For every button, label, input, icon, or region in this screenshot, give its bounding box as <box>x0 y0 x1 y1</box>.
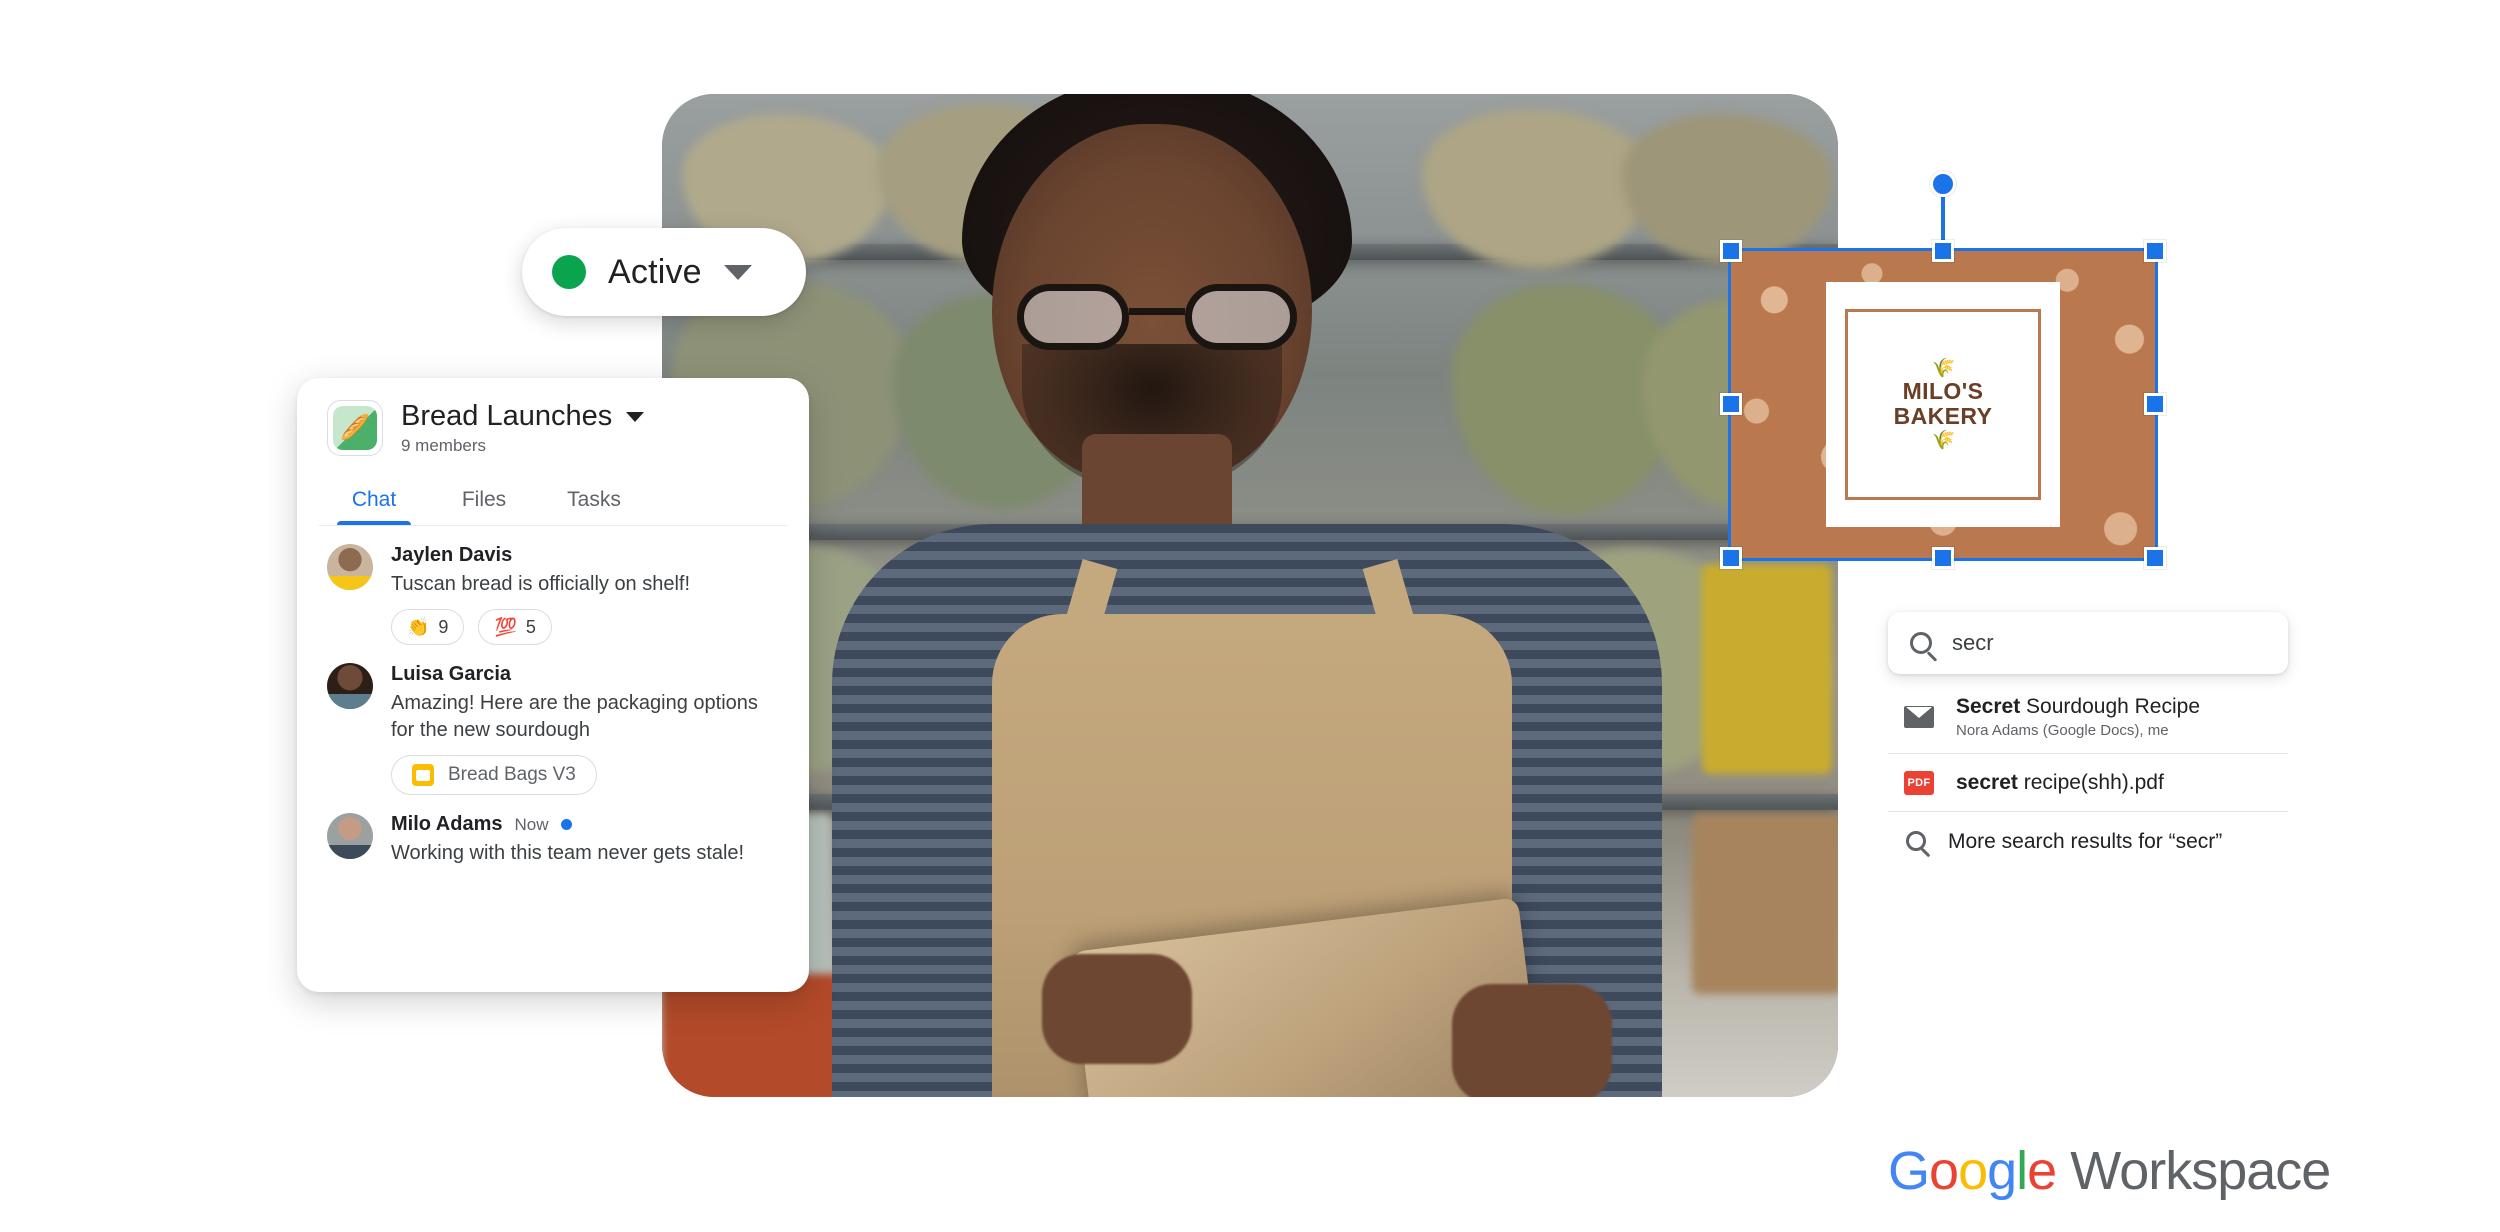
resize-handle-bottom-center[interactable] <box>1932 547 1954 569</box>
search-icon <box>1910 632 1932 654</box>
message-author: Luisa Garcia <box>391 663 512 686</box>
reaction-chip[interactable]: 👏 9 <box>391 609 465 646</box>
tab-tasks[interactable]: Tasks <box>539 478 649 526</box>
page-root: Active 🥖 Bread Launches 9 members Chat F… <box>0 0 2500 1232</box>
status-label: Active <box>608 252 702 291</box>
tab-chat-label: Chat <box>351 488 397 511</box>
suggestion-title: secret recipe(shh).pdf <box>1956 770 2164 795</box>
suggestion-match: Secret <box>1956 695 2021 718</box>
eyeglasses-icon <box>1017 284 1297 350</box>
message-timestamp: Now <box>514 814 549 834</box>
reaction-chip[interactable]: 💯 5 <box>478 609 552 646</box>
chevron-down-icon[interactable] <box>723 264 752 280</box>
search-panel: secr Secret Sourdough Recipe Nora Adams … <box>1888 612 2288 870</box>
logo-frame: 🌾 MILO'S BAKERY 🌾 <box>1845 308 2041 501</box>
suggestion-title: Secret Sourdough Recipe <box>1956 694 2200 719</box>
message-text: Amazing! Here are the packaging options … <box>391 692 758 741</box>
reaction-count: 5 <box>525 616 536 637</box>
resize-handle-top-center[interactable] <box>1932 240 1954 262</box>
avatar <box>327 663 373 710</box>
suggestion-match: secret <box>1956 771 2018 795</box>
pdf-icon: PDF <box>1904 770 1934 795</box>
avatar <box>327 813 373 860</box>
reaction-count: 9 <box>438 616 449 637</box>
google-workspace-logo: Google Workspace <box>1888 1140 2331 1202</box>
google-slides-icon <box>412 764 434 787</box>
person-hand <box>1452 984 1612 1097</box>
chevron-down-icon[interactable] <box>626 411 645 422</box>
product-box <box>1702 564 1832 774</box>
wheat-icon: 🌾 <box>1931 358 1956 380</box>
bread-icon: 🥖 <box>340 414 370 441</box>
logo-card: 🌾 MILO'S BAKERY 🌾 <box>1826 281 2060 528</box>
message-list: Jaylen Davis Tuscan bread is officially … <box>297 526 809 867</box>
attachment-chip[interactable]: Bread Bags V3 <box>391 755 597 796</box>
search-icon <box>1906 831 1926 852</box>
wheat-icon: 🌾 <box>1931 429 1956 451</box>
search-suggestion-item[interactable]: Secret Sourdough Recipe Nora Adams (Goog… <box>1888 680 2288 755</box>
tab-files-label: Files <box>461 488 507 511</box>
space-members-count: 9 members <box>401 436 487 455</box>
search-input[interactable]: secr <box>1888 612 2288 674</box>
unread-dot-icon <box>560 819 572 831</box>
message-text: Working with this team never gets stale! <box>391 842 745 865</box>
search-suggestion-item[interactable]: PDF secret recipe(shh).pdf <box>1888 754 2288 813</box>
selected-image-object[interactable]: 🌾 MILO'S BAKERY 🌾 <box>1728 248 2158 561</box>
chat-tabs: Chat Files Tasks <box>297 478 809 526</box>
rotate-handle[interactable] <box>1930 171 1956 197</box>
message-author: Jaylen Davis <box>391 544 513 566</box>
workspace-wordmark: Workspace <box>2070 1141 2331 1201</box>
tab-chat[interactable]: Chat <box>319 478 429 526</box>
resize-handle-bottom-left[interactable] <box>1720 547 1742 569</box>
google-wordmark: Google <box>1888 1141 2057 1201</box>
list-item[interactable]: Luisa Garcia Amazing! Here are the packa… <box>327 663 785 796</box>
status-pill[interactable]: Active <box>522 228 806 316</box>
list-item[interactable]: Milo Adams Now Working with this team ne… <box>327 813 785 866</box>
search-input-value: secr <box>1952 630 1994 655</box>
suggestion-more-label: More search results for “secr” <box>1948 829 2223 853</box>
resize-handle-middle-left[interactable] <box>1720 393 1742 415</box>
chat-space-card: 🥖 Bread Launches 9 members Chat Files Ta… <box>297 378 809 992</box>
status-dot-icon <box>552 255 586 289</box>
space-title: Bread Launches <box>401 400 613 432</box>
gmail-envelope-icon <box>1904 705 1934 728</box>
hundred-points-icon: 💯 <box>494 617 517 638</box>
search-suggestion-more[interactable]: More search results for “secr” <box>1888 812 2288 870</box>
tab-files[interactable]: Files <box>429 478 539 526</box>
list-item[interactable]: Jaylen Davis Tuscan bread is officially … <box>327 544 785 646</box>
attachment-label: Bread Bags V3 <box>448 764 576 786</box>
logo-line-2: BAKERY <box>1893 403 1993 430</box>
suggestion-rest: Sourdough Recipe <box>2020 695 2201 718</box>
person-hand <box>1042 954 1192 1064</box>
tabs-divider <box>319 525 787 526</box>
space-avatar: 🥖 <box>327 400 383 456</box>
clap-icon: 👏 <box>407 617 430 638</box>
suggestion-subtitle: Nora Adams (Google Docs), me <box>1956 722 2169 740</box>
reaction-chips: 👏 9 💯 5 <box>391 609 785 646</box>
resize-handle-bottom-right[interactable] <box>2144 547 2166 569</box>
logo-line-1: MILO'S <box>1902 378 1984 405</box>
resize-handle-top-right[interactable] <box>2144 240 2166 262</box>
tab-tasks-label: Tasks <box>567 488 621 511</box>
avatar <box>327 544 373 590</box>
resize-handle-middle-right[interactable] <box>2144 393 2166 415</box>
resize-handle-top-left[interactable] <box>1720 240 1742 262</box>
hero-photo <box>662 94 1838 1097</box>
chat-header: 🥖 Bread Launches 9 members <box>297 378 809 456</box>
message-author: Milo Adams <box>391 813 503 836</box>
message-text: Tuscan bread is officially on shelf! <box>391 573 691 595</box>
search-suggestions: Secret Sourdough Recipe Nora Adams (Goog… <box>1888 680 2288 870</box>
product-box <box>1692 814 1838 994</box>
suggestion-rest: recipe(shh).pdf <box>2017 771 2164 795</box>
